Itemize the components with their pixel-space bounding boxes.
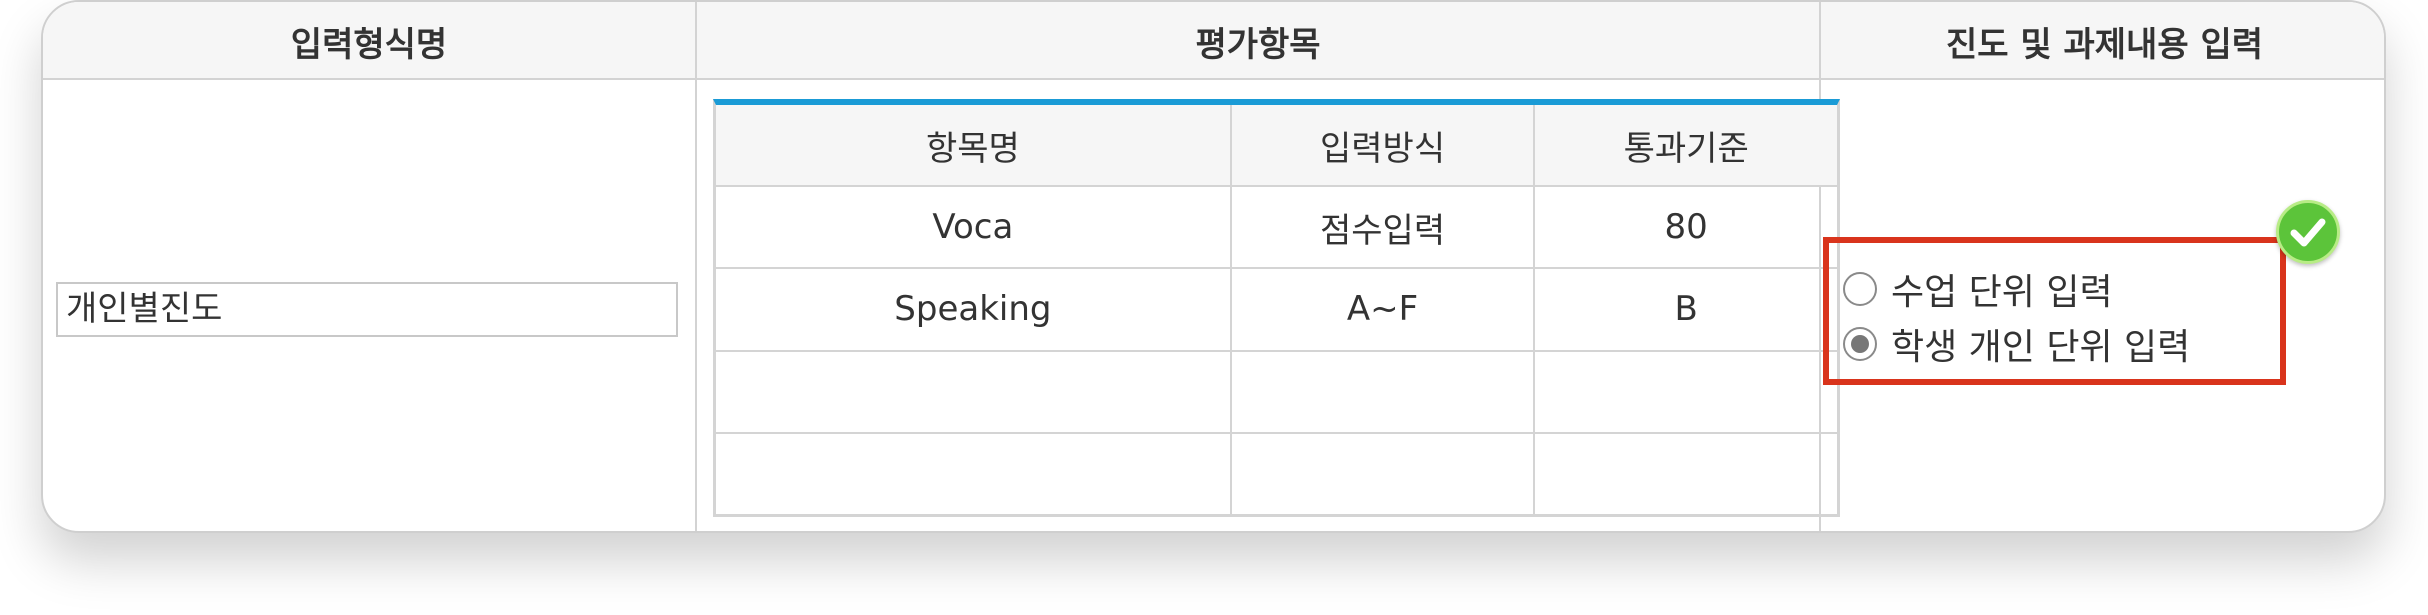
input-method-cell[interactable] [1229, 349, 1536, 434]
radio-option-class-unit[interactable]: 수업 단위 입력 [1843, 263, 2113, 315]
eval-col-pass-criteria: 통과기준 [1533, 105, 1837, 187]
table-row: Voca 점수입력 80 [716, 184, 1837, 270]
input-method-cell[interactable]: 점수입력 [1229, 184, 1536, 270]
radio-button-checked[interactable] [1843, 327, 1877, 361]
table-row [716, 431, 1837, 514]
pass-criteria-cell[interactable]: 80 [1533, 184, 1837, 270]
radio-label-student-unit: 학생 개인 단위 입력 [1891, 327, 2191, 368]
input-method-cell[interactable]: A~F [1229, 267, 1536, 352]
eval-table-header-row: 항목명 입력방식 통과기준 [716, 105, 1837, 187]
item-name-cell[interactable]: Voca [716, 184, 1232, 270]
pass-criteria-cell[interactable]: B [1533, 267, 1837, 352]
table-row: Speaking A~F B [716, 267, 1837, 352]
input-unit-radio-group: 수업 단위 입력 학생 개인 단위 입력 [1823, 237, 2286, 385]
pass-criteria-cell[interactable] [1533, 349, 1837, 434]
item-name-cell[interactable] [716, 431, 1232, 514]
input-method-cell[interactable] [1229, 431, 1536, 514]
item-name-cell[interactable] [716, 349, 1232, 434]
item-name-cell[interactable]: Speaking [716, 267, 1232, 352]
page-stage: 입력형식명 평가항목 진도 및 과제내용 입력 개인별진도 항목명 입력방식 통… [0, 0, 2428, 615]
eval-items-table: 항목명 입력방식 통과기준 Voca 점수입력 80 Speaking A~F … [713, 99, 1840, 517]
column-divider [695, 2, 697, 531]
checkmark-icon [2290, 218, 2326, 247]
radio-option-student-unit[interactable]: 학생 개인 단위 입력 [1843, 318, 2190, 370]
table-row [716, 349, 1837, 434]
header-eval-items: 평가항목 [1195, 24, 1321, 65]
format-name-input[interactable]: 개인별진도 [56, 282, 678, 337]
radio-label-class-unit: 수업 단위 입력 [1891, 272, 2113, 313]
check-circle-icon [2276, 200, 2340, 264]
pass-criteria-cell[interactable] [1533, 431, 1837, 514]
eval-col-input-method: 입력방식 [1229, 105, 1536, 187]
eval-col-item-name: 항목명 [716, 105, 1232, 187]
header-progress-input: 진도 및 과제내용 입력 [1945, 24, 2264, 65]
header-format-name: 입력형식명 [290, 24, 448, 65]
radio-button-unchecked[interactable] [1843, 272, 1877, 306]
